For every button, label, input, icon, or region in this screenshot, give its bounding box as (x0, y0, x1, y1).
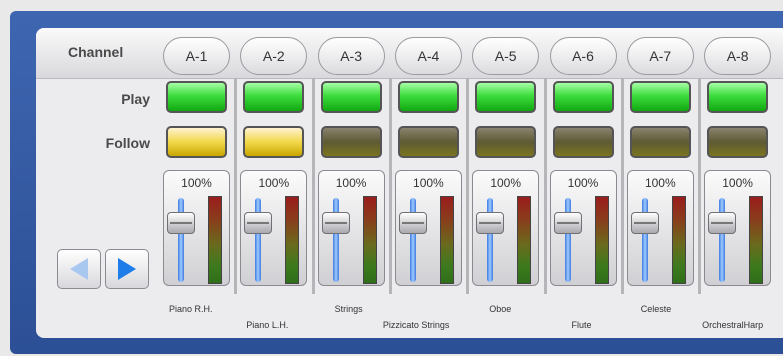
follow-button-6[interactable] (552, 126, 614, 158)
play-label: Play (121, 91, 150, 107)
volume-slider-track-2[interactable] (255, 198, 262, 282)
volume-slider-track-1[interactable] (178, 198, 184, 282)
channel-button-1[interactable]: A-1 (163, 37, 230, 75)
follow-button-4[interactable] (397, 126, 459, 158)
volume-slider-knob-2[interactable] (244, 212, 273, 234)
prev-page-button[interactable] (57, 249, 101, 289)
level-meter-8 (749, 196, 764, 284)
follow-button-2[interactable] (243, 126, 305, 158)
play-button-1[interactable] (166, 81, 227, 113)
follow-button-1[interactable] (166, 126, 227, 158)
level-meter-6 (594, 196, 609, 284)
instrument-label-5: Oboe (489, 304, 512, 314)
volume-slider-track-5[interactable] (487, 198, 494, 282)
level-meter-1 (208, 196, 222, 284)
right-arrow-icon (118, 258, 136, 280)
volume-slider-track-6[interactable] (564, 198, 571, 282)
level-meter-5 (517, 196, 532, 284)
play-button-3[interactable] (320, 81, 382, 113)
volume-percent-7: 100% (644, 176, 676, 190)
play-button-5[interactable] (475, 81, 537, 113)
volume-percent-8: 100% (722, 176, 753, 190)
channel-button-4[interactable]: A-4 (394, 37, 462, 75)
volume-slider-knob-8[interactable] (708, 212, 737, 234)
instrument-label-8: OrchestralHarp (702, 320, 764, 330)
channel-button-6[interactable]: A-6 (549, 37, 617, 75)
instrument-label-4: Pizzicato Strings (382, 320, 450, 330)
channel-button-8[interactable]: A-8 (704, 37, 772, 75)
strip-divider (620, 78, 624, 294)
channel-label: Channel (68, 44, 124, 60)
volume-slider-knob-3[interactable] (321, 212, 350, 234)
play-button-8[interactable] (707, 81, 769, 113)
instrument-label-3: Strings (334, 304, 363, 314)
instrument-label-1: Piano R.H. (169, 304, 213, 314)
left-arrow-icon (70, 258, 88, 280)
strip-divider (311, 78, 315, 294)
volume-percent-5: 100% (490, 176, 522, 190)
follow-button-3[interactable] (320, 126, 382, 158)
instrument-label-6: Flute (571, 320, 592, 330)
level-meter-3 (362, 196, 377, 284)
channel-button-2[interactable]: A-2 (240, 37, 308, 75)
volume-percent-2: 100% (258, 176, 290, 190)
play-button-4[interactable] (397, 81, 459, 113)
follow-button-8[interactable] (707, 126, 769, 158)
level-meter-7 (671, 196, 686, 284)
volume-percent-1: 100% (181, 176, 212, 190)
volume-percent-4: 100% (413, 176, 444, 190)
instrument-label-7: Celeste (640, 304, 672, 314)
play-button-7[interactable] (629, 81, 691, 113)
next-page-button[interactable] (105, 249, 149, 289)
volume-percent-6: 100% (567, 176, 599, 190)
strip-divider (388, 78, 392, 294)
volume-slider-knob-4[interactable] (398, 212, 427, 234)
volume-slider-knob-7[interactable] (630, 212, 659, 234)
channel-button-7[interactable]: A-7 (626, 37, 694, 75)
instrument-label-2: Piano L.H. (246, 320, 289, 330)
strip-divider (698, 78, 702, 294)
strip-divider (234, 78, 238, 294)
volume-slider-knob-5[interactable] (476, 212, 505, 234)
volume-slider-knob-6[interactable] (553, 212, 582, 234)
play-button-2[interactable] (243, 81, 305, 113)
volume-slider-track-4[interactable] (409, 198, 416, 282)
level-meter-2 (285, 196, 300, 284)
volume-slider-track-3[interactable] (332, 198, 339, 282)
level-meter-4 (439, 196, 454, 284)
follow-label: Follow (105, 135, 150, 151)
strip-divider (543, 78, 547, 294)
channel-button-3[interactable]: A-3 (317, 37, 385, 75)
follow-button-5[interactable] (475, 126, 537, 158)
volume-percent-3: 100% (335, 176, 367, 190)
follow-button-7[interactable] (629, 126, 691, 158)
play-button-6[interactable] (552, 81, 614, 113)
volume-slider-track-7[interactable] (641, 198, 648, 282)
channel-button-5[interactable]: A-5 (472, 37, 540, 75)
volume-slider-track-8[interactable] (719, 198, 726, 282)
strip-divider (466, 78, 470, 294)
volume-slider-knob-1[interactable] (167, 212, 195, 234)
